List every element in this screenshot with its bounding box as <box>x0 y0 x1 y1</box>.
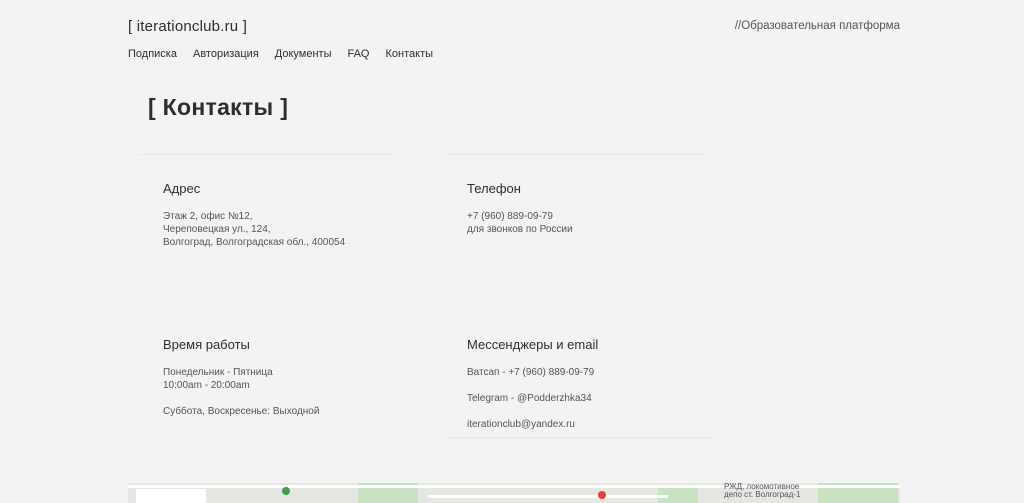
nav-item-documents[interactable]: Документы <box>275 48 332 60</box>
map-marker-icon[interactable] <box>282 487 290 495</box>
divider <box>446 154 706 155</box>
address-title: Адрес <box>163 181 201 196</box>
page-title: [ Контакты ] <box>148 94 289 120</box>
messengers-card: Мессенджеры и email Ватсап - +7 (960) 88… <box>467 337 727 431</box>
hours-card: Время работы Понедельник - Пятница 10:00… <box>163 337 423 418</box>
address-line: Этаж 2, офис №12, <box>163 211 253 222</box>
map-marker-icon[interactable] <box>598 491 606 499</box>
hours-weekend: Суббота, Воскресенье: Выходной <box>163 406 320 417</box>
site-tagline: //Образовательная платформа <box>734 20 900 32</box>
messengers-title: Мессенджеры и email <box>467 337 599 352</box>
nav-item-faq[interactable]: FAQ <box>347 48 369 60</box>
hours-time: 10:00am - 20:00am <box>163 380 250 391</box>
phone-title: Телефон <box>467 181 521 196</box>
nav-item-login[interactable]: Авторизация <box>193 48 259 60</box>
telegram-contact[interactable]: Telegram - @Podderzhka34 <box>467 392 727 405</box>
phone-note: для звонков по России <box>467 224 573 235</box>
address-line: Волгоград, Волгоградская обл., 400054 <box>163 237 346 248</box>
map-search-box[interactable] <box>136 489 206 503</box>
address-line: Череповецкая ул., 124, <box>163 224 271 235</box>
location-map[interactable]: РЖД, локомотивное депо ст. Волгоград-1 <box>128 483 900 503</box>
site-logo[interactable]: [ iterationclub.ru ] <box>128 18 247 35</box>
email-contact[interactable]: iterationclub@yandex.ru <box>467 418 727 431</box>
hours-title: Время работы <box>163 337 250 352</box>
nav-item-contacts[interactable]: Контакты <box>386 48 434 60</box>
hours-weekdays: Понедельник - Пятница <box>163 367 273 378</box>
phone-card: Телефон +7 (960) 889-09-79 для звонков п… <box>467 181 727 236</box>
phone-number[interactable]: +7 (960) 889-09-79 <box>467 210 727 223</box>
divider <box>140 154 392 155</box>
divider <box>446 437 712 438</box>
address-card: Адрес Этаж 2, офис №12, Череповецкая ул.… <box>163 181 423 249</box>
whatsapp-contact[interactable]: Ватсап - +7 (960) 889-09-79 <box>467 366 727 379</box>
map-road <box>428 495 668 498</box>
nav-item-subscription[interactable]: Подписка <box>128 48 177 60</box>
main-nav: Подписка Авторизация Документы FAQ Конта… <box>128 48 433 60</box>
map-label: РЖД, локомотивное депо ст. Волгоград-1 <box>724 483 801 499</box>
